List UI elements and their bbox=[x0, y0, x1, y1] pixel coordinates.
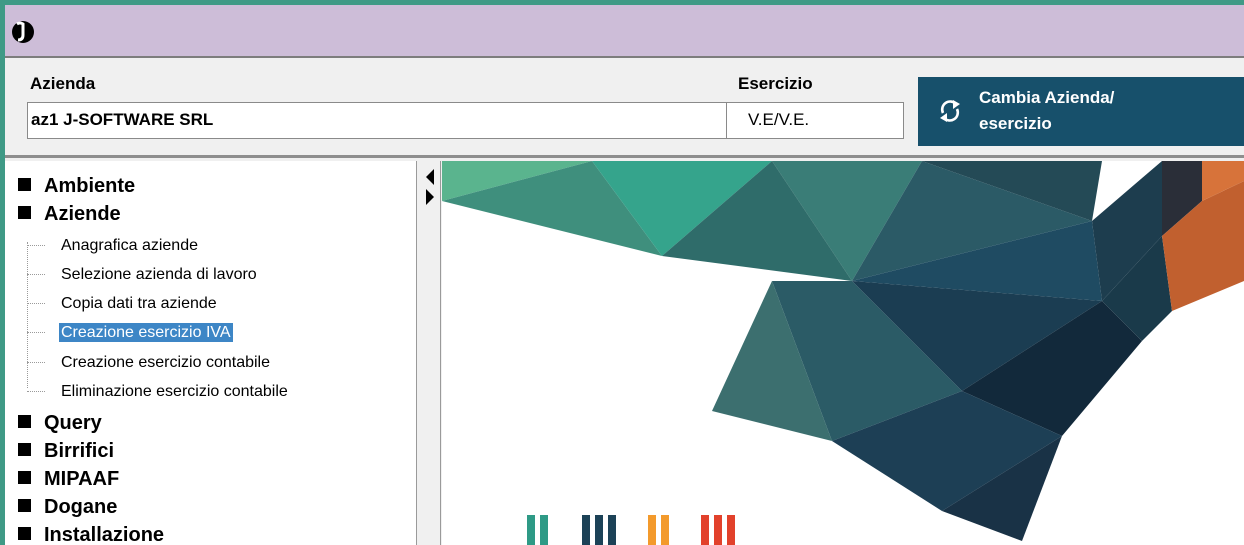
cambia-azienda-esercizio-button[interactable]: Cambia Azienda/ esercizio bbox=[918, 77, 1244, 146]
azienda-field[interactable]: az1 J-SOFTWARE SRL bbox=[27, 102, 727, 139]
tree-node-square-icon bbox=[18, 499, 31, 512]
background-artwork bbox=[442, 161, 1244, 545]
tree-item-eliminazione-esercizio-contabile[interactable]: Eliminazione esercizio contabile bbox=[27, 380, 288, 404]
tree-item-selezione-azienda[interactable]: Selezione azienda di lavoro bbox=[27, 263, 257, 287]
tree-group-query[interactable]: Query bbox=[18, 409, 102, 437]
j-logo-icon bbox=[12, 21, 34, 43]
esercizio-label: Esercizio bbox=[738, 74, 813, 93]
cambia-button-label: Cambia Azienda/ esercizio bbox=[979, 88, 1115, 133]
azienda-label: Azienda bbox=[30, 74, 96, 93]
tree-group-birrifici[interactable]: Birrifici bbox=[18, 437, 114, 465]
tree-group-ambiente[interactable]: Ambiente bbox=[18, 172, 135, 200]
tree-item-anagrafica-aziende[interactable]: Anagrafica aziende bbox=[27, 234, 198, 258]
tree-node-square-icon bbox=[18, 206, 31, 219]
navigation-tree: Ambiente Aziende Anagrafica aziende Sele… bbox=[5, 161, 417, 545]
tree-node-square-icon bbox=[18, 527, 31, 540]
tree-node-square-icon bbox=[18, 415, 31, 428]
application-window: Azienda az1 J-SOFTWARE SRL Esercizio V.E… bbox=[0, 0, 1244, 545]
esercizio-field[interactable]: V.E/V.E. bbox=[726, 102, 904, 139]
collapse-expand-arrows-icon[interactable] bbox=[425, 167, 435, 207]
panel-splitter[interactable] bbox=[418, 161, 441, 545]
polygonal-background-graphic bbox=[442, 161, 1244, 545]
tree-item-creazione-esercizio-iva[interactable]: Creazione esercizio IVA bbox=[27, 321, 233, 345]
tree-item-creazione-esercizio-contabile[interactable]: Creazione esercizio contabile bbox=[27, 351, 270, 375]
company-header: Azienda az1 J-SOFTWARE SRL Esercizio V.E… bbox=[5, 60, 1244, 158]
refresh-icon bbox=[940, 100, 960, 122]
tree-node-square-icon bbox=[18, 178, 31, 191]
tree-group-installazione[interactable]: Installazione bbox=[18, 521, 164, 545]
tree-node-square-icon bbox=[18, 443, 31, 456]
tree-item-copia-dati[interactable]: Copia dati tra aziende bbox=[27, 292, 217, 316]
tree-group-dogane[interactable]: Dogane bbox=[18, 493, 117, 521]
tree-group-aziende[interactable]: Aziende bbox=[18, 200, 121, 228]
tree-node-square-icon bbox=[18, 471, 31, 484]
tree-group-mipaaf[interactable]: MIPAAF bbox=[18, 465, 119, 493]
title-bar bbox=[5, 5, 1244, 58]
